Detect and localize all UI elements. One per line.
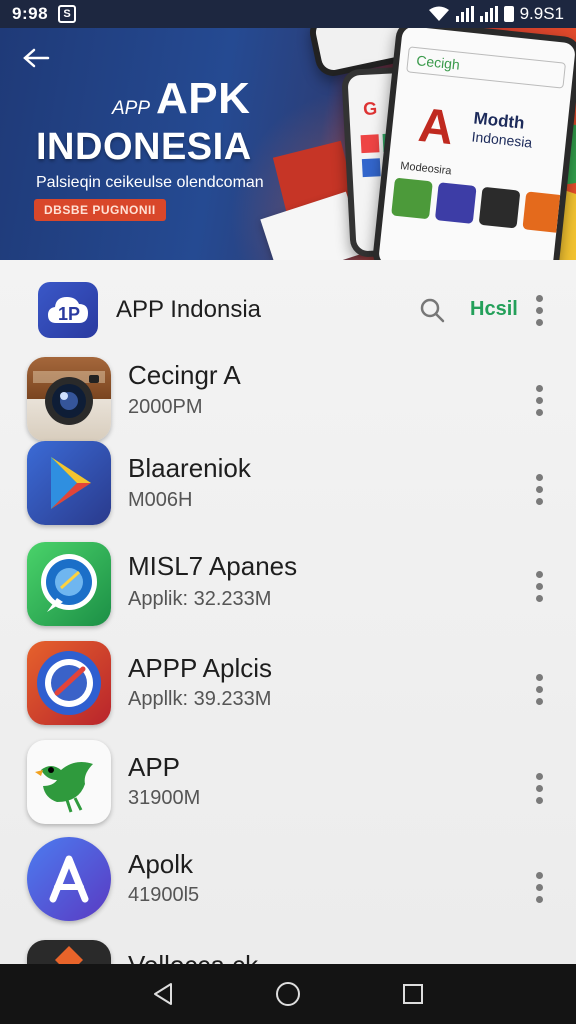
app-meta: 41900l5 xyxy=(128,884,200,906)
app-meta: 2000PM xyxy=(128,396,203,418)
signal-2-icon xyxy=(479,6,498,22)
app-name: Vellocca ck xyxy=(128,950,258,964)
app-name: Blaareniok xyxy=(128,453,251,483)
item-more-button[interactable] xyxy=(527,382,551,418)
phone-tiles xyxy=(391,177,565,234)
search-icon xyxy=(420,298,445,323)
banner-subtitle: Palsieqin ceikeulse olendcoman xyxy=(36,174,264,191)
svg-text:1P: 1P xyxy=(58,304,80,324)
app-meta: M006H xyxy=(128,489,193,511)
nav-recents-button[interactable] xyxy=(393,974,433,1014)
list-item[interactable]: MISL7 Apanes Applik: 32.233M xyxy=(0,542,576,641)
list-item[interactable]: APP 31900M xyxy=(0,740,576,839)
list-header: 1P APP Indonsia Hcsil xyxy=(0,260,576,360)
phone-caption: Modeosira xyxy=(399,160,453,178)
svg-text:G: G xyxy=(363,98,378,119)
wifi-icon xyxy=(428,6,449,21)
decor-phone-main: Cecigh A Modth Indonesia Modeosira xyxy=(371,28,576,260)
list-item[interactable]: Vellocca ck xyxy=(0,940,576,964)
app-name: MISL7 Apanes xyxy=(128,551,298,581)
list-item[interactable]: Apolk 41900l5 xyxy=(0,837,576,936)
status-bar: 9:98 S 9.9S1 xyxy=(0,0,576,28)
app-name: Cecingr A xyxy=(128,360,241,390)
phone-brand: Modth Indonesia xyxy=(471,109,535,152)
bird-app-icon xyxy=(27,740,111,824)
list-item[interactable]: Blaareniok M006H xyxy=(0,441,576,540)
camera-app-icon xyxy=(27,357,111,441)
app-meta: 31900M xyxy=(128,787,201,809)
app-name: APPP Aplcis xyxy=(128,653,273,683)
back-button[interactable] xyxy=(18,42,54,74)
item-more-button[interactable] xyxy=(527,471,551,507)
app-list-sheet: 1P APP Indonsia Hcsil Cecingr A 2000PM B… xyxy=(0,260,576,964)
square-recents-icon xyxy=(403,984,424,1004)
brand-a-logo-icon: A xyxy=(415,98,456,156)
nav-back-button[interactable] xyxy=(143,974,183,1014)
phone-search-text: Cecigh xyxy=(406,46,567,89)
app-meta: Appllk: 39.233M xyxy=(128,688,272,710)
app-logo-icon: 1P xyxy=(38,282,98,338)
banner-cta-button[interactable]: DBSBE PUGNONII xyxy=(34,199,166,221)
triangle-back-icon xyxy=(153,983,172,1005)
battery-icon xyxy=(503,6,514,22)
system-nav-bar xyxy=(0,964,576,1024)
result-link[interactable]: Hcsil xyxy=(470,298,518,321)
arrow-left-icon xyxy=(23,48,50,68)
target-app-icon xyxy=(27,641,111,725)
app-store-icon xyxy=(27,837,111,921)
notification-icon: S xyxy=(58,5,77,23)
partial-app-icon xyxy=(27,940,111,964)
safari-compass-icon xyxy=(27,542,111,626)
status-right-group: 9.9S1 xyxy=(428,4,564,24)
promo-banner: APP APK INDONESIA Palsieqin ceikeulse ol… xyxy=(0,28,576,260)
signal-icon xyxy=(455,6,474,22)
play-store-icon xyxy=(27,441,111,525)
app-name: Apolk xyxy=(128,849,194,879)
item-more-button[interactable] xyxy=(527,671,551,707)
status-right-text: 9.9S1 xyxy=(519,4,564,23)
item-more-button[interactable] xyxy=(527,869,551,905)
item-more-button[interactable] xyxy=(527,770,551,806)
status-time: 9:98 xyxy=(12,4,49,23)
item-more-button[interactable] xyxy=(527,568,551,604)
app-title: APP Indonsia xyxy=(116,296,261,323)
list-item[interactable]: Cecingr A 2000PM xyxy=(0,354,576,453)
banner-kicker: APP xyxy=(112,98,151,119)
app-name: APP xyxy=(128,752,181,782)
search-button[interactable] xyxy=(416,294,448,326)
list-item[interactable]: APPP Aplcis Appllk: 39.233M xyxy=(0,641,576,740)
header-more-button[interactable] xyxy=(527,292,551,328)
banner-apk: APK xyxy=(156,74,251,123)
circle-home-icon xyxy=(275,982,300,1006)
banner-title: INDONESIA xyxy=(36,126,252,168)
nav-home-button[interactable] xyxy=(268,974,308,1014)
app-meta: Applik: 32.233M xyxy=(128,588,272,610)
